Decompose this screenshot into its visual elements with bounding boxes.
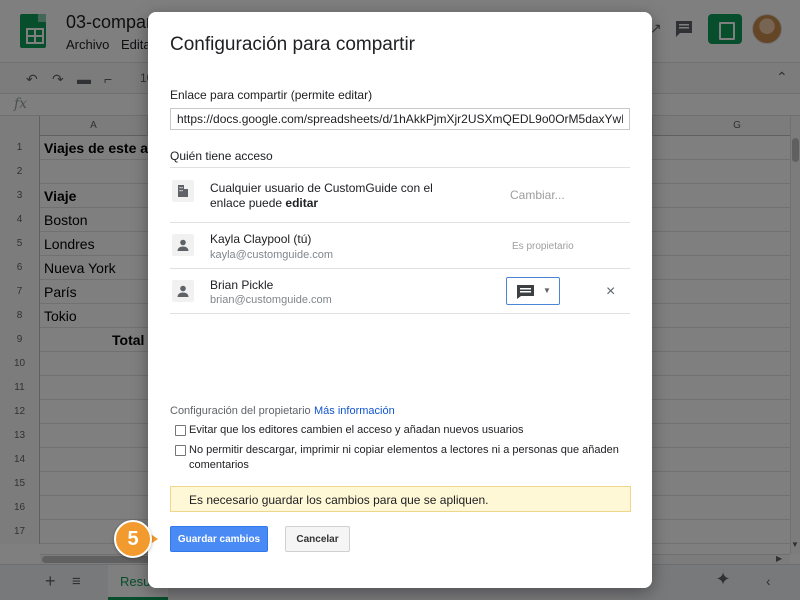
dialog-title: Configuración para compartir bbox=[170, 34, 416, 55]
user-name: Brian Pickle bbox=[210, 278, 274, 292]
step-number-badge: 5 bbox=[114, 520, 152, 558]
building-icon bbox=[172, 180, 194, 202]
access-row-user: Brian Pickle brian@customguide.com ▼ × bbox=[170, 268, 630, 314]
notice-text: Es necesario guardar los cambios para qu… bbox=[189, 493, 489, 507]
remove-user-button[interactable]: × bbox=[606, 283, 615, 301]
owner-settings-label: Configuración del propietario bbox=[170, 405, 311, 417]
share-settings-dialog: Configuración para compartir Enlace para… bbox=[148, 12, 652, 588]
disable-download-label[interactable]: No permitir descargar, imprimir ni copia… bbox=[189, 443, 619, 473]
share-link-label: Enlace para compartir (permite editar) bbox=[170, 88, 373, 102]
cancel-button[interactable]: Cancelar bbox=[285, 526, 350, 552]
save-changes-button[interactable]: Guardar cambios bbox=[170, 526, 268, 552]
disable-download-checkbox[interactable] bbox=[175, 445, 186, 456]
prevent-editors-checkbox[interactable] bbox=[175, 425, 186, 436]
prevent-editors-label[interactable]: Evitar que los editores cambien el acces… bbox=[189, 423, 629, 438]
person-icon bbox=[172, 234, 194, 256]
more-info-link[interactable]: Más información bbox=[314, 405, 395, 417]
organization-access-text: Cualquier usuario de CustomGuide con el … bbox=[210, 181, 433, 211]
owner-email: kayla@customguide.com bbox=[210, 249, 334, 261]
change-link-access-button[interactable]: Cambiar... bbox=[510, 188, 565, 202]
user-email: brian@customguide.com bbox=[210, 294, 332, 306]
organization-access-line2: enlace puede bbox=[210, 196, 286, 210]
unsaved-changes-notice: Es necesario guardar los cambios para qu… bbox=[170, 486, 631, 512]
access-label: Quién tiene acceso bbox=[170, 149, 273, 163]
owner-role-label: Es propietario bbox=[512, 241, 574, 252]
organization-access-line1: Cualquier usuario de CustomGuide con el bbox=[210, 181, 433, 195]
access-row-owner: Kayla Claypool (tú) kayla@customguide.co… bbox=[170, 222, 630, 268]
organization-access-level: editar bbox=[285, 196, 319, 210]
owner-name: Kayla Claypool (tú) bbox=[210, 232, 312, 246]
caret-down-icon: ▼ bbox=[543, 286, 551, 295]
comment-icon bbox=[517, 285, 534, 299]
share-link-input[interactable] bbox=[170, 108, 630, 130]
access-row-organization: Cualquier usuario de CustomGuide con el … bbox=[170, 167, 630, 222]
permission-dropdown[interactable]: ▼ bbox=[506, 277, 560, 305]
person-icon bbox=[172, 280, 194, 302]
